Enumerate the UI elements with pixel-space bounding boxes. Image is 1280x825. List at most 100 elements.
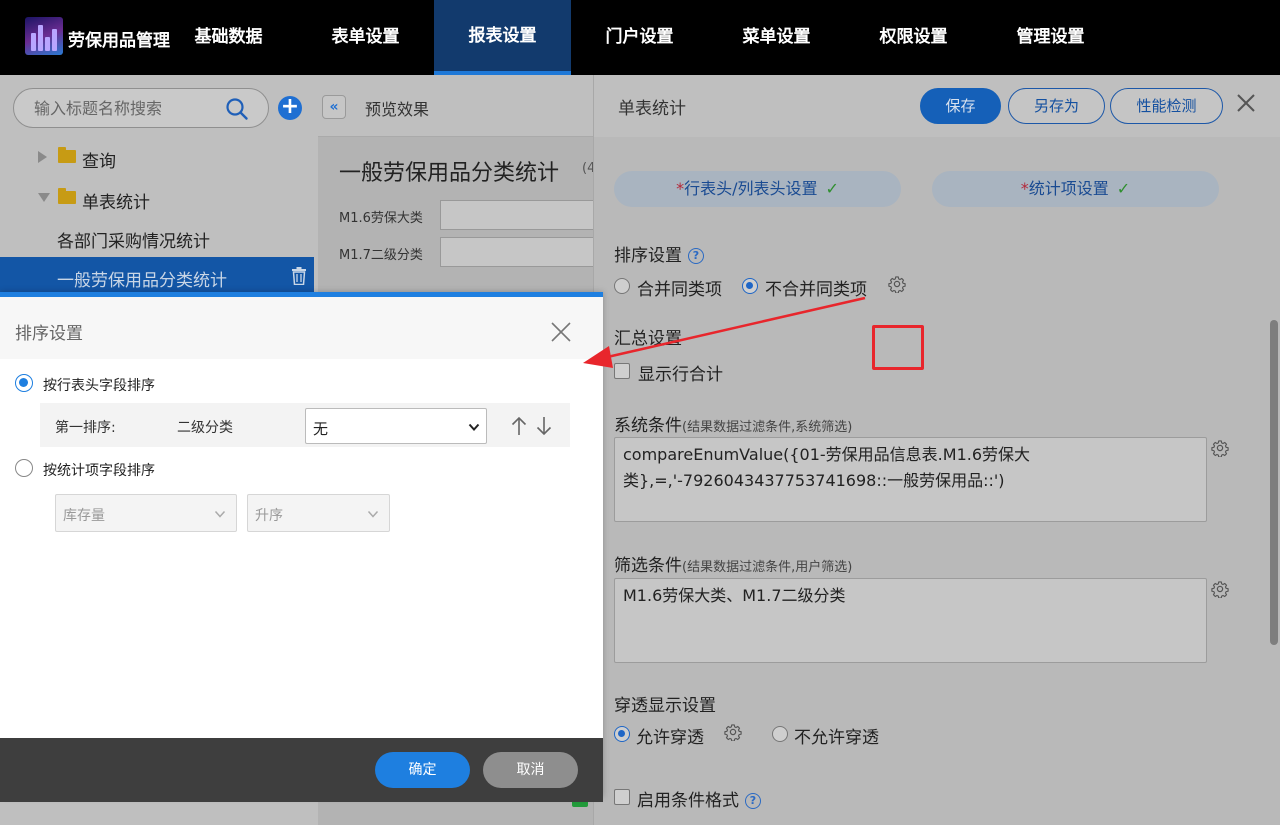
nav-item-report-settings[interactable]: 报表设置 [434,0,571,75]
nav-item-permission-settings[interactable]: 权限设置 [845,0,982,75]
radio-label: 按统计项字段排序 [43,463,155,479]
filter-label: M1.6劳保大类 [339,211,423,226]
help-icon[interactable]: ? [745,793,761,809]
close-icon[interactable] [550,321,572,343]
checkbox-label: 显示行合计 [638,365,723,385]
radio-no-merge[interactable] [742,278,758,294]
save-button[interactable]: 保存 [920,88,1001,124]
gear-icon[interactable] [724,723,742,741]
filter-label: M1.7二级分类 [339,248,423,263]
radio-disallow-drill[interactable] [772,726,788,742]
collapse-arrow-icon[interactable] [38,193,50,202]
app-title: 劳保用品管理 [68,31,170,51]
radio-label: 不合并同类项 [765,280,867,300]
cancel-button[interactable]: 取消 [483,752,578,788]
filter-condition-label: 筛选条件(结果数据过滤条件,用户筛选) [614,556,853,576]
radio-label: 合并同类项 [637,280,722,300]
radio-merge-same[interactable] [614,278,630,294]
add-icon[interactable]: + [278,96,302,120]
search-icon[interactable] [225,97,249,121]
select-value: 无 [313,420,329,438]
folder-icon [58,147,76,163]
preview-header-title: 预览效果 [365,100,430,119]
filter-condition-textarea[interactable]: M1.6劳保大类、M1.7二级分类 [614,578,1207,663]
stat-field-select[interactable]: 库存量 [55,494,237,532]
sort-field-name: 二级分类 [177,420,233,436]
radio-label: 按行表头字段排序 [43,378,155,394]
required-mark: * [676,179,685,198]
move-down-icon[interactable] [535,415,553,437]
tab-statistic-items[interactable]: *统计项设置 ✓ [932,171,1219,207]
filter-input-ppe-category[interactable] [440,200,593,230]
dialog-footer: 确定 取消 [0,738,603,802]
tab-row-column-header[interactable]: *行表头/列表头设置 ✓ [614,171,901,207]
filter-input-subcategory[interactable] [440,237,593,267]
top-nav-bar: 劳保用品管理 基础数据 表单设置 报表设置 门户设置 菜单设置 权限设置 管理设… [0,0,1280,75]
nav-item-menu-settings[interactable]: 菜单设置 [708,0,845,75]
tree-item-dept-purchase[interactable]: 各部门采购情况统计 [0,218,314,256]
check-icon: ✓ [1116,179,1131,198]
required-mark: * [1020,179,1029,198]
trash-icon[interactable] [291,267,307,285]
gear-icon[interactable] [1211,580,1229,598]
tree-item-general-ppe-stats[interactable]: 一般劳保用品分类统计 [0,257,314,295]
select-value: 库存量 [63,508,105,524]
radio-allow-drill[interactable] [614,726,630,742]
chevron-down-icon [468,423,480,431]
search-box [13,88,269,128]
nav-item-basic-data[interactable]: 基础数据 [160,0,297,75]
radio-sort-by-stat-item[interactable] [15,459,33,477]
folder-icon [58,188,76,204]
tree-folder-label: 查询 [82,152,116,172]
settings-panel-header: 单表统计 保存 另存为 性能检测 [594,75,1280,137]
gear-icon[interactable] [1211,439,1229,457]
nav-item-portal-settings[interactable]: 门户设置 [571,0,708,75]
settings-panel-body: *行表头/列表头设置 ✓ *统计项设置 ✓ 排序设置? 合并同类项 不合并同类项 汇… [594,137,1280,825]
radio-sort-by-row-header[interactable] [15,374,33,392]
move-up-icon[interactable] [510,415,528,437]
expand-arrow-icon[interactable] [38,151,47,163]
preview-header: « 预览效果 [318,75,593,137]
first-sort-row: 第一排序: 二级分类 无 [40,403,570,447]
tree-folder-query[interactable]: 查询 [0,138,314,176]
app-logo-icon [25,17,63,55]
tab-label: 统计项设置 [1028,179,1109,198]
tree-item-label: 各部门采购情况统计 [57,232,210,252]
chevron-down-icon [214,510,226,518]
settings-panel-title: 单表统计 [618,99,686,119]
chevron-down-icon [367,510,379,518]
select-value: 升序 [255,508,283,524]
tree-folder-single-table-stats[interactable]: 单表统计 [0,179,314,217]
double-chevron-left-icon[interactable]: « [322,95,346,119]
scrollbar[interactable] [1270,320,1278,645]
sort-order-select[interactable]: 升序 [247,494,390,532]
nav-item-form-settings[interactable]: 表单设置 [297,0,434,75]
highlight-box [872,325,924,370]
tree-folder-label: 单表统计 [82,193,150,213]
confirm-button[interactable]: 确定 [375,752,470,788]
tree-item-label: 一般劳保用品分类统计 [57,271,227,291]
nav-item-admin-settings[interactable]: 管理设置 [982,0,1119,75]
system-condition-label: 系统条件(结果数据过滤条件,系统筛选) [614,416,853,436]
close-icon[interactable] [1235,92,1257,114]
conditional-format-label: 启用条件格式? [637,786,761,811]
dialog-title: 排序设置 [15,324,83,344]
sort-settings-label: 排序设置? [614,241,704,266]
sort-direction-select[interactable]: 无 [305,408,487,444]
save-as-button[interactable]: 另存为 [1008,88,1105,124]
drill-settings-label: 穿透显示设置 [614,696,716,716]
report-title: 一般劳保用品分类统计 [339,161,560,186]
main-nav: 基础数据 表单设置 报表设置 门户设置 菜单设置 权限设置 管理设置 [160,0,1119,75]
performance-check-button[interactable]: 性能检测 [1110,88,1223,124]
search-input[interactable] [34,97,214,119]
summary-settings-label: 汇总设置 [614,329,682,349]
gear-icon[interactable] [888,275,906,293]
check-icon: ✓ [825,179,839,198]
help-icon[interactable]: ? [688,248,704,264]
settings-panel: 单表统计 保存 另存为 性能检测 *行表头/列表头设置 ✓ *统计项设置 ✓ 排序设… [593,75,1280,825]
dialog-header: 排序设置 [0,297,603,359]
conditional-format-checkbox[interactable] [614,789,630,805]
tab-label: 行表头/列表头设置 [684,179,818,198]
system-condition-textarea[interactable]: compareEnumValue({01-劳保用品信息表.M1.6劳保大类},=… [614,437,1207,522]
show-row-total-checkbox[interactable] [614,363,630,379]
